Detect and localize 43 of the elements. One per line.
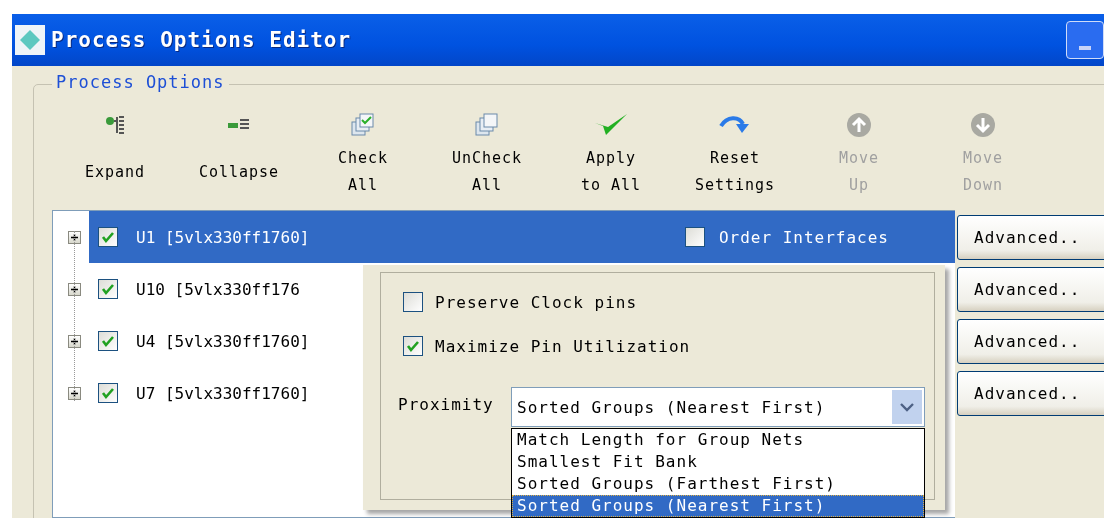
toolbar-button[interactable]: UnCheck All: [425, 105, 549, 201]
checkbox[interactable]: [684, 227, 705, 247]
checkmark-icon: [594, 113, 628, 137]
expand-tree-icon: [104, 114, 126, 136]
window-title: Process Options Editor: [51, 28, 352, 52]
checkbox[interactable]: [98, 227, 118, 247]
minimize-button[interactable]: [1066, 21, 1104, 59]
checkbox[interactable]: [403, 336, 423, 356]
checkbox[interactable]: [98, 279, 118, 299]
tree-item-label: U10 [5vlx330ff176: [136, 279, 300, 299]
checkbox[interactable]: [403, 292, 423, 312]
checkbox-label: Preserve Clock pins: [435, 292, 638, 312]
stacked-pages-icon: [474, 112, 500, 138]
toolbar-button[interactable]: Apply to All: [549, 105, 673, 201]
tree-item[interactable]: U1 [5vlx330ff1760] Order Interfaces: [89, 211, 955, 263]
app-icon: [15, 25, 45, 55]
tree-item[interactable]: U4 [5vlx330ff1760]: [89, 315, 316, 367]
advanced-button[interactable]: Advanced..: [957, 267, 1104, 312]
toolbar-button[interactable]: Reset Settings: [673, 105, 797, 201]
tree-item-label: U4 [5vlx330ff1760]: [136, 331, 310, 351]
advanced-button[interactable]: Advanced..: [957, 215, 1104, 260]
dropdown-option[interactable]: Smallest Fit Bank: [512, 451, 924, 473]
toolbar-button[interactable]: Collapse: [177, 105, 301, 201]
dropdown-option[interactable]: Match Length for Group Nets: [512, 429, 924, 451]
dropdown-option[interactable]: Sorted Groups (Nearest First): [512, 495, 924, 517]
group-title: Process Options: [52, 72, 229, 92]
advanced-button[interactable]: Advanced..: [957, 319, 1104, 364]
advanced-button[interactable]: Advanced..: [957, 371, 1104, 416]
tree-item-label: U7 [5vlx330ff1760]: [136, 383, 310, 403]
dropdown-caret-icon[interactable]: [900, 402, 914, 412]
dropdown-option[interactable]: Sorted Groups (Farthest First): [512, 473, 924, 495]
stacked-checked-pages-icon: [350, 112, 376, 138]
proximity-dropdown[interactable]: Sorted Groups (Nearest First): [511, 387, 925, 427]
checkbox[interactable]: [98, 383, 118, 403]
tree-item-label: U1 [5vlx330ff1760]: [136, 227, 310, 247]
checkbox[interactable]: [98, 331, 118, 351]
checkbox-label: Maximize Pin Utilization: [435, 336, 691, 356]
field-label: Proximity: [398, 395, 494, 414]
checkbox-label: Order Interfaces: [718, 227, 889, 247]
tree-item[interactable]: U10 [5vlx330ff176: [89, 263, 306, 315]
toolbar-button[interactable]: Expand: [53, 105, 177, 201]
tree-item[interactable]: U7 [5vlx330ff1760]: [89, 367, 316, 419]
toolbar-button[interactable]: Check All: [301, 105, 425, 201]
